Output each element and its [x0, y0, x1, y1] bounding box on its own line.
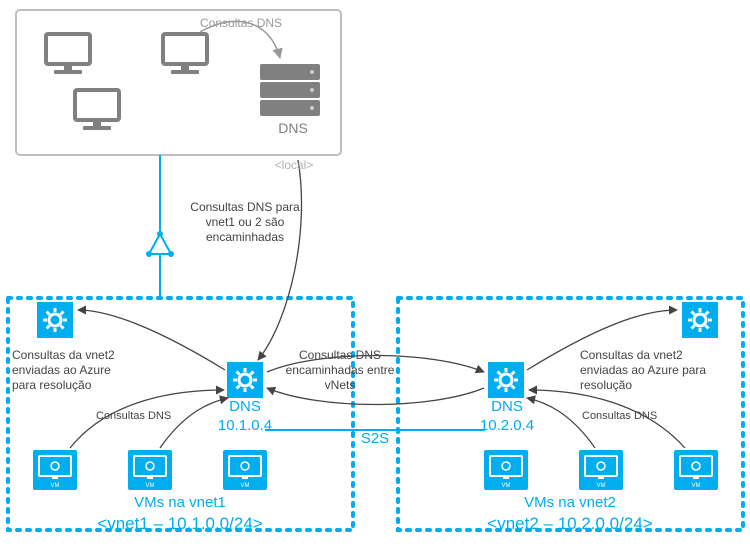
vm-icon	[579, 450, 623, 490]
arrow-onprem-to-dns1	[258, 160, 302, 360]
dns2-name: DNS	[491, 398, 523, 415]
onprem-query-label: Consultas DNS	[200, 16, 282, 31]
vnet2-footer: VMs na vnet2 <vnet2 – 10.2.0.0/24>	[450, 494, 690, 534]
dns2-ip: 10.2.0.4	[480, 417, 534, 434]
vnet-link-forward-label: Consultas DNS encaminhadas entre vNets	[285, 348, 395, 393]
vnet1-footer: VMs na vnet1 <vnet1 – 10.1.0.0/24>	[60, 494, 300, 534]
vnet2-query-label: Consultas DNS	[582, 410, 657, 424]
dns1-icon	[227, 362, 263, 398]
diagram-canvas: VM	[0, 0, 750, 548]
vnet2-vms-label: VMs na vnet2	[450, 494, 690, 513]
azure-resolver-icon	[37, 302, 73, 338]
vm-icon	[128, 450, 172, 490]
vnet1-cidr: <vnet1 – 10.1.0.0/24>	[60, 513, 300, 534]
dns2-icon	[488, 362, 524, 398]
onprem-subtitle: <local>	[244, 158, 344, 173]
vpn-forward-label: Consultas DNS para vnet1 ou 2 são encami…	[180, 200, 310, 245]
dns1-ip: 10.1.0.4	[218, 417, 272, 434]
vm-icon	[484, 450, 528, 490]
dns2-label: DNS 10.2.0.4	[472, 398, 542, 436]
monitor-icon	[46, 34, 90, 74]
vnet1-resolve-label: Consultas da vnet2 enviadas ao Azure par…	[12, 348, 132, 393]
onprem-server-label: DNS	[268, 120, 318, 138]
vnet2-cidr: <vnet2 – 10.2.0.0/24>	[450, 513, 690, 534]
vm-icon	[223, 450, 267, 490]
monitor-icon	[75, 90, 119, 130]
server-icon	[260, 64, 320, 116]
monitor-icon	[163, 34, 207, 74]
vnet2-resolve-label: Consultas da vnet2 enviadas ao Azure par…	[580, 348, 710, 393]
vnet1-vms-label: VMs na vnet1	[60, 494, 300, 513]
dns1-label: DNS 10.1.0.4	[210, 398, 280, 436]
vpn-gateway-icon	[146, 231, 174, 257]
vnet1-query-label: Consultas DNS	[96, 410, 171, 424]
vm-icon	[33, 450, 77, 490]
dns1-name: DNS	[229, 398, 261, 415]
azure-resolver-icon	[682, 302, 718, 338]
s2s-label: S2S	[340, 430, 410, 449]
vm-icon	[674, 450, 718, 490]
